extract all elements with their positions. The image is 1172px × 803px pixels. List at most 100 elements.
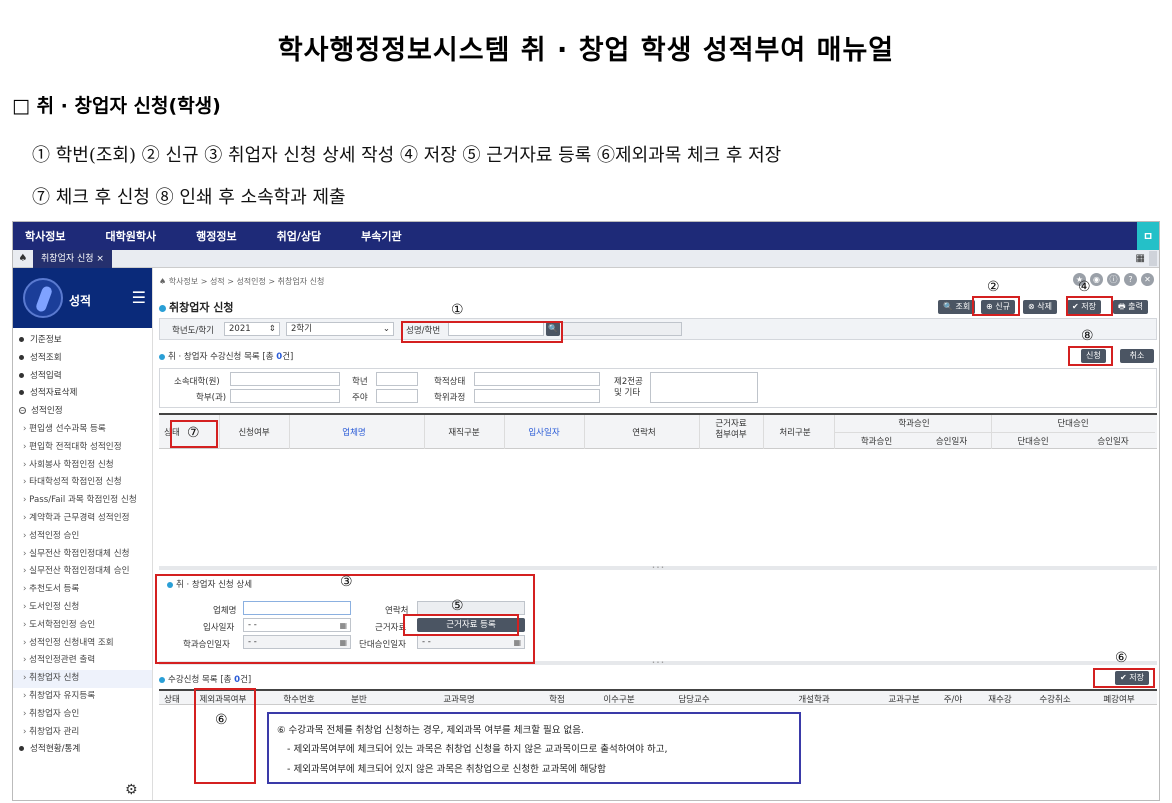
list-table-header: 상태 신청여부 업체명 재직구분 입사일자 연락처 근거자료 첨부여부 처리구분… xyxy=(159,413,1157,449)
sidebar-item[interactable]: 추천도서 등록 xyxy=(13,581,152,599)
sidebar-item[interactable]: 성적인정 신청내역 조회 xyxy=(13,635,152,653)
sidebar-item-label: 취창업자 유지등록 xyxy=(29,690,96,701)
bullet-icon xyxy=(19,746,24,752)
dept-field xyxy=(230,389,340,403)
sidebar-item[interactable]: 성적현황/통계 xyxy=(13,741,152,759)
sidebar-item[interactable]: 실무전산 학점인정대체 신청 xyxy=(13,546,152,564)
col-dept-date: 승인일자 xyxy=(935,437,968,447)
sidebar-item-label: 성적인정 신청내역 조회 xyxy=(29,637,114,648)
nav-item-graduate[interactable]: 대학원학사 xyxy=(105,228,156,244)
year-value: 2021 xyxy=(229,324,251,334)
sidebar-item-label: 편입생 선수과목 등록 xyxy=(29,423,106,434)
col-process: 처리구분 xyxy=(779,428,811,438)
nav-item-career[interactable]: 취업/상담 xyxy=(277,228,322,244)
sidebar-item-label: Pass/Fail 과목 학점인정 신청 xyxy=(29,495,137,506)
marker-box-6-save xyxy=(1093,668,1155,688)
course-col-category: 교과구분 xyxy=(888,695,920,705)
marker-8: ⑧ xyxy=(1081,328,1094,344)
section-title: □ 취 · 창업자 신청(학생) xyxy=(12,95,221,117)
pane-splitter-1[interactable]: • • • xyxy=(159,566,1157,571)
sidebar: 성적 ☰ 기준정보성적조회성적입력성적자료삭제−성적인정편입생 선수과목 등록편… xyxy=(13,268,153,800)
logo xyxy=(23,278,63,318)
marker-6-column: ⑥ xyxy=(215,712,228,728)
nav-item-academic[interactable]: 학사정보 xyxy=(25,228,65,244)
list-bullet-icon xyxy=(159,353,165,360)
sidebar-item[interactable]: 성적자료삭제 xyxy=(13,385,152,403)
home-icon[interactable]: ♠ xyxy=(13,253,33,264)
target-icon[interactable]: ◉ xyxy=(1090,273,1103,286)
sidebar-item[interactable]: 성적입력 xyxy=(13,368,152,386)
sidebar-item[interactable]: 취창업자 관리 xyxy=(13,724,152,742)
course-title: 수강신청 목록 xyxy=(168,675,218,685)
tab-employment-apply[interactable]: 취창업자 신청 × xyxy=(33,249,112,268)
search-button[interactable]: 🔍 조회 xyxy=(938,300,976,314)
tab-scroll-handle[interactable] xyxy=(1149,251,1157,266)
note-line-1: ⑥ 수강과목 전체를 취창업 신청하는 경우, 제외과목 여부를 체크할 필요 … xyxy=(277,725,584,736)
marker-box-5 xyxy=(403,614,519,636)
sidebar-item-label: 계약학과 근무경력 성적인정 xyxy=(29,512,130,523)
sidebar-item[interactable]: 취창업자 신청 xyxy=(13,670,152,688)
program-label: 학위과정 xyxy=(434,393,466,403)
daynight-field xyxy=(376,389,418,403)
delete-button[interactable]: ⊗ 삭제 xyxy=(1023,300,1057,314)
bookmark-icon[interactable]: ㅁ xyxy=(1137,222,1159,250)
marker-3: ③ xyxy=(340,574,353,590)
nav-item-affiliated[interactable]: 부속기관 xyxy=(361,228,401,244)
student-info-field xyxy=(562,322,682,336)
col-divider xyxy=(289,415,290,449)
sidebar-item[interactable]: 편입학 전적대학 성적인정 xyxy=(13,439,152,457)
title-bullet-icon xyxy=(159,304,166,312)
col-group-ok: 단대승인 xyxy=(1017,437,1049,447)
nav-item-admin[interactable]: 행정정보 xyxy=(196,228,236,244)
sidebar-item[interactable]: 실무전산 학점인정대체 승인 xyxy=(13,563,152,581)
stepper-arrows-icon[interactable]: ⇕ xyxy=(269,323,279,335)
sidebar-item-label: 성적입력 xyxy=(30,370,62,381)
grade-label: 학년 xyxy=(352,377,368,387)
sidebar-item-label: 취창업자 관리 xyxy=(29,726,80,737)
sidebar-item[interactable]: 타대학성적 학점인정 신청 xyxy=(13,474,152,492)
sidebar-item[interactable]: 성적인정 승인 xyxy=(13,528,152,546)
print-button[interactable]: 🖶 출력 xyxy=(1113,300,1148,314)
gear-icon[interactable]: ⚙ xyxy=(125,782,138,798)
filter-bar: 학년도/학기 2021 ⇕ 2학기 ⌄ 성명/학번 🔍 xyxy=(159,318,1157,340)
sidebar-item[interactable]: 도서학점인정 승인 xyxy=(13,617,152,635)
col-divider xyxy=(763,415,764,449)
sidebar-item[interactable]: 도서인정 신청 xyxy=(13,599,152,617)
chevron-down-icon[interactable]: ⌄ xyxy=(383,323,393,335)
sidebar-item[interactable]: 계약학과 근무경력 성적인정 xyxy=(13,510,152,528)
help-icon[interactable]: ? xyxy=(1124,273,1137,286)
note-box: ⑥ 수강과목 전체를 취창업 신청하는 경우, 제외과목 여부를 체크할 필요 … xyxy=(267,712,801,784)
cancel-button[interactable]: 취소 xyxy=(1120,349,1154,363)
collapse-icon[interactable]: − xyxy=(19,407,26,415)
sidebar-item[interactable]: 취창업자 승인 xyxy=(13,706,152,724)
list-count-prefix: [총 xyxy=(262,352,277,362)
grid-menu-icon[interactable]: ▦ xyxy=(1136,253,1145,264)
hamburger-icon[interactable]: ☰ xyxy=(132,288,146,307)
note-line-3: - 제외과목여부에 체크되어 있지 않은 과목은 취창업으로 신청한 교과목에 … xyxy=(287,764,607,775)
bullet-icon xyxy=(19,337,24,342)
sidebar-item[interactable]: 취창업자 유지등록 xyxy=(13,688,152,706)
marker-2: ② xyxy=(987,279,1000,295)
sidebar-item[interactable]: 기준정보 xyxy=(13,332,152,350)
sidebar-item[interactable]: − 성적인정 xyxy=(13,403,152,421)
sidebar-item[interactable]: 성적인정관련 출력 xyxy=(13,652,152,670)
dept-label: 학부(과) xyxy=(196,393,227,403)
col-divider xyxy=(584,415,585,449)
term-select[interactable]: 2학기 ⌄ xyxy=(286,322,394,336)
col-divider xyxy=(504,415,505,449)
sidebar-item[interactable]: 성적조회 xyxy=(13,350,152,368)
sidebar-item[interactable]: 편입생 선수과목 등록 xyxy=(13,421,152,439)
program-field xyxy=(474,389,600,403)
info-icon[interactable]: ⓘ xyxy=(1107,273,1120,286)
close-icon[interactable]: ✕ xyxy=(1141,273,1154,286)
course-count-prefix: [총 xyxy=(220,675,235,685)
marker-box-1 xyxy=(401,321,563,343)
marker-1: ① xyxy=(451,302,464,318)
sidebar-item[interactable]: 사회봉사 학점인정 신청 xyxy=(13,457,152,475)
year-stepper[interactable]: 2021 ⇕ xyxy=(224,322,280,336)
col-divider xyxy=(219,415,220,449)
sidebar-item[interactable]: Pass/Fail 과목 학점인정 신청 xyxy=(13,492,152,510)
sidebar-header: 성적 ☰ xyxy=(13,268,152,328)
top-nav: 학사정보 대학원학사 행정정보 취업/상담 부속기관 ㅁ xyxy=(13,222,1159,250)
status-label: 학적상태 xyxy=(434,377,466,387)
